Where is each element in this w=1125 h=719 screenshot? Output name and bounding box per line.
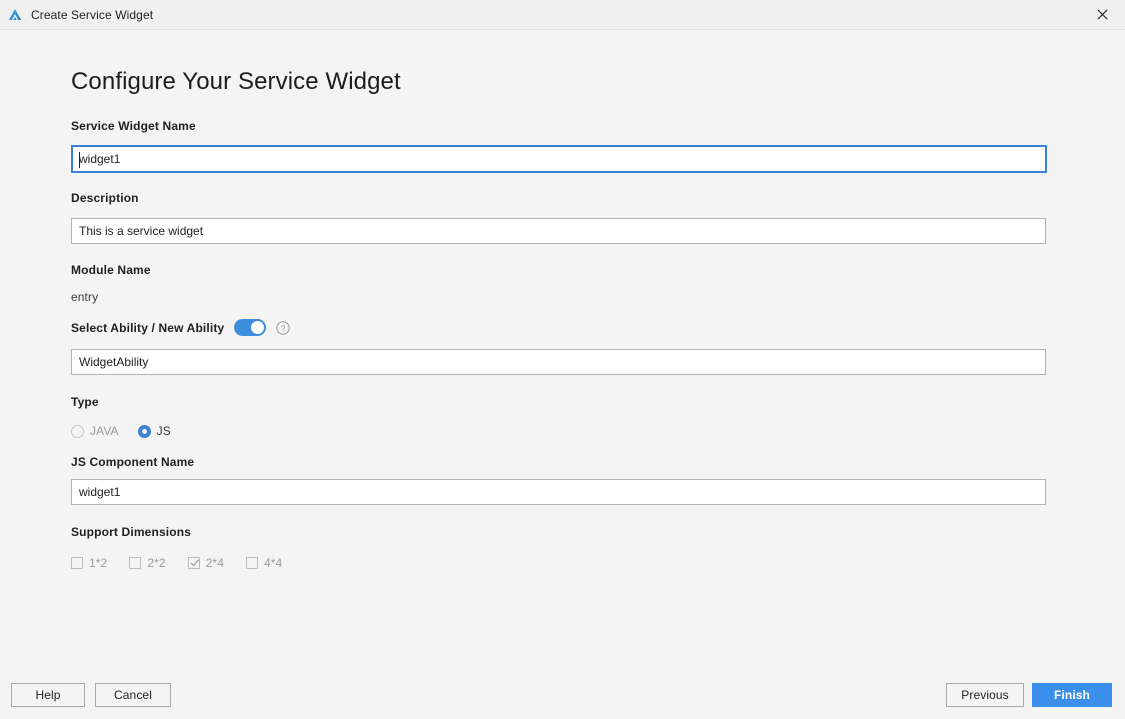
dimension-checkbox-1x2[interactable]: 1*2 (71, 556, 107, 570)
type-label: Type (71, 395, 99, 409)
dimension-label-4x4: 4*4 (263, 556, 283, 570)
dimension-label-2x2: 2*2 (147, 556, 166, 570)
service-widget-form: Service Widget Name widget1 Description … (71, 119, 1047, 570)
checkbox-indicator-2x4 (187, 557, 200, 569)
type-radio-java[interactable]: JAVA (71, 424, 119, 438)
js-component-name-value: widget1 (79, 485, 121, 499)
description-value: This is a service widget (79, 224, 204, 238)
service-widget-name-value: widget1 (79, 152, 121, 166)
service-widget-name-label: Service Widget Name (71, 119, 196, 133)
dimension-checkbox-2x4[interactable]: 2*4 (187, 556, 224, 570)
page-title: Configure Your Service Widget (71, 68, 401, 95)
close-icon (1096, 9, 1108, 20)
type-radio-js-label: JS (156, 424, 171, 438)
js-component-name-input[interactable]: widget1 (71, 479, 1046, 505)
select-ability-value: WidgetAbility (79, 355, 149, 369)
svg-text:?: ? (281, 323, 286, 333)
text-caret (79, 152, 80, 168)
window-titlebar: Create Service Widget (0, 0, 1125, 30)
cancel-button[interactable]: Cancel (95, 683, 171, 707)
service-widget-name-input[interactable]: widget1 (71, 145, 1047, 173)
select-ability-row: Select Ability / New Ability ? (71, 319, 1047, 336)
checkbox-indicator-1x2 (71, 557, 83, 569)
previous-button[interactable]: Previous (946, 683, 1024, 707)
question-circle-icon[interactable]: ? (276, 320, 291, 335)
dimension-checkbox-2x2[interactable]: 2*2 (129, 556, 166, 570)
module-name-label: Module Name (71, 263, 151, 277)
select-ability-input[interactable]: WidgetAbility (71, 349, 1046, 375)
dimension-checkbox-4x4[interactable]: 4*4 (245, 556, 283, 570)
type-radio-js[interactable]: JS (137, 424, 171, 438)
radio-indicator-js (137, 424, 151, 438)
finish-button[interactable]: Finish (1032, 683, 1112, 707)
description-label: Description (71, 191, 139, 205)
support-dimensions-label: Support Dimensions (71, 525, 192, 539)
support-dimensions-group: 1*2 2*2 2*4 4*4 (71, 556, 1047, 570)
help-button[interactable]: Help (11, 683, 85, 707)
checkmark-icon (190, 559, 199, 567)
type-radio-group: JAVA JS (71, 424, 1047, 438)
window-title: Create Service Widget (31, 7, 154, 22)
dialog-content: Configure Your Service Widget Service Wi… (0, 31, 1125, 719)
select-ability-label: Select Ability / New Ability (71, 320, 225, 335)
description-input[interactable]: This is a service widget (71, 218, 1046, 244)
checkbox-indicator-4x4 (245, 557, 258, 569)
dimension-label-2x4: 2*4 (205, 556, 224, 570)
js-component-name-label: JS Component Name (71, 455, 195, 469)
new-ability-toggle[interactable] (234, 319, 267, 336)
radio-indicator-java (71, 424, 84, 438)
checkbox-indicator-2x2 (129, 557, 142, 569)
dialog-footer: Help Cancel Previous Finish (0, 671, 1125, 719)
dimension-label-1x2: 1*2 (89, 556, 108, 570)
module-name-value: entry (71, 290, 99, 304)
deveco-logo-icon (8, 8, 22, 20)
type-radio-java-label: JAVA (90, 424, 119, 438)
close-window-button[interactable] (1079, 0, 1125, 29)
toggle-knob (251, 321, 265, 334)
